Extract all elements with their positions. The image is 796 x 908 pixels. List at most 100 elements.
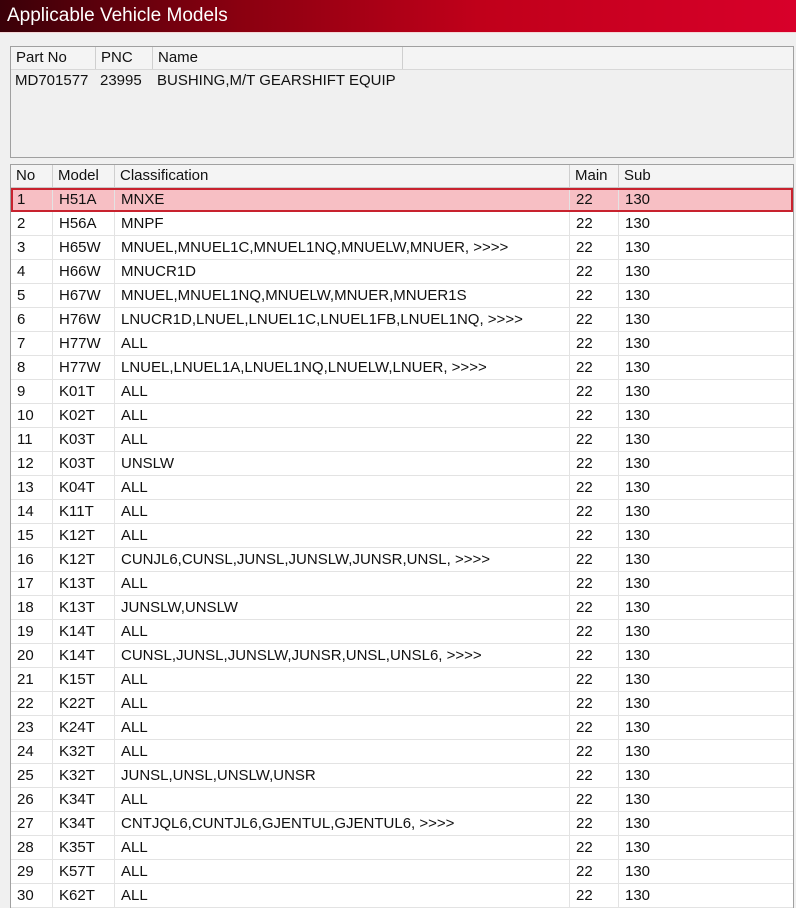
column-header-pnc[interactable]: PNC <box>96 47 153 69</box>
table-row[interactable]: 9 K01T ALL 22 130 <box>11 380 793 404</box>
table-row[interactable]: 22 K22T ALL 22 130 <box>11 692 793 716</box>
cell-sub: 130 <box>625 527 651 544</box>
cell-sub: 130 <box>625 791 651 808</box>
cell-sub: 130 <box>625 311 651 328</box>
cell-model: K04T <box>53 476 115 499</box>
cell-no: 26 <box>11 788 53 811</box>
cell-main: 22 <box>570 380 619 403</box>
cell-main: 22 <box>570 284 619 307</box>
cell-no: 9 <box>11 380 53 403</box>
cell-no: 12 <box>11 452 53 475</box>
cell-main: 22 <box>570 428 619 451</box>
cell-main: 22 <box>570 524 619 547</box>
cell-model: K03T <box>53 428 115 451</box>
column-header-model[interactable]: Model <box>53 165 115 187</box>
table-row[interactable]: 29 K57T ALL 22 130 <box>11 860 793 884</box>
table-row[interactable]: 26 K34T ALL 22 130 <box>11 788 793 812</box>
cell-classification: UNSLW <box>115 452 570 475</box>
cell-model: K13T <box>53 572 115 595</box>
cell-sub: 130 <box>625 479 651 496</box>
cell-sub: 130 <box>625 575 651 592</box>
column-header-part-no[interactable]: Part No <box>11 47 96 69</box>
cell-no: 15 <box>11 524 53 547</box>
cell-sub: 130 <box>625 623 651 640</box>
cell-main: 22 <box>570 644 619 667</box>
cell-main: 22 <box>570 236 619 259</box>
table-row[interactable]: 19 K14T ALL 22 130 <box>11 620 793 644</box>
cell-no: 7 <box>11 332 53 355</box>
cell-main: 22 <box>570 884 619 907</box>
cell-no: 27 <box>11 812 53 835</box>
cell-sub: 130 <box>625 455 651 472</box>
table-row[interactable]: 24 K32T ALL 22 130 <box>11 740 793 764</box>
column-header-no[interactable]: No <box>11 165 53 187</box>
cell-sub: 130 <box>625 383 651 400</box>
cell-main: 22 <box>570 668 619 691</box>
cell-main: 22 <box>570 620 619 643</box>
cell-model: K03T <box>53 452 115 475</box>
table-row[interactable]: 1 H51A MNXE 22 130 <box>11 188 793 212</box>
cell-no: 4 <box>11 260 53 283</box>
cell-main: 22 <box>570 836 619 859</box>
cell-main: 22 <box>570 812 619 835</box>
table-row[interactable]: 18 K13T JUNSLW,UNSLW 22 130 <box>11 596 793 620</box>
cell-classification: MNUCR1D <box>115 260 570 283</box>
cell-model: K12T <box>53 548 115 571</box>
grid-body: 1 H51A MNXE 22 130 2 H56A MNPF 22 130 3 H65W MNUEL,M… <box>11 188 793 908</box>
table-row[interactable]: 8 H77W LNUEL,LNUEL1A,LNUEL1NQ,LNUELW,LNUER… <box>11 356 793 380</box>
cell-model: H67W <box>53 284 115 307</box>
table-row[interactable]: 3 H65W MNUEL,MNUEL1C,MNUEL1NQ,MNUELW,MNUER… <box>11 236 793 260</box>
table-row[interactable]: 28 K35T ALL 22 130 <box>11 836 793 860</box>
cell-classification: MNXE <box>115 188 570 211</box>
cell-sub: 130 <box>625 719 651 736</box>
table-row[interactable]: 11 K03T ALL 22 130 <box>11 428 793 452</box>
cell-sub: 130 <box>625 815 651 832</box>
cell-no: 23 <box>11 716 53 739</box>
table-row[interactable]: 25 K32T JUNSL,UNSL,UNSLW,UNSR 22 130 <box>11 764 793 788</box>
cell-no: 1 <box>11 188 53 211</box>
cell-classification: CUNSL,JUNSL,JUNSLW,JUNSR,UNSL,UNSL6, >>>… <box>115 644 570 667</box>
cell-model: K12T <box>53 524 115 547</box>
cell-sub: 130 <box>625 287 651 304</box>
cell-no: 5 <box>11 284 53 307</box>
cell-model: H77W <box>53 356 115 379</box>
cell-no: 25 <box>11 764 53 787</box>
table-row[interactable]: 27 K34T CNTJQL6,CUNTJL6,GJENTUL,GJENTUL6, … <box>11 812 793 836</box>
cell-sub: 130 <box>625 239 651 256</box>
table-row[interactable]: 5 H67W MNUEL,MNUEL1NQ,MNUELW,MNUER,MNUER1S… <box>11 284 793 308</box>
cell-main: 22 <box>570 548 619 571</box>
window-title: Applicable Vehicle Models <box>7 5 228 26</box>
table-row[interactable]: 2 H56A MNPF 22 130 <box>11 212 793 236</box>
table-row[interactable]: 4 H66W MNUCR1D 22 130 <box>11 260 793 284</box>
cell-classification: ALL <box>115 476 570 499</box>
vehicle-models-grid: No Model Classification Main Sub 1 H51A MN… <box>10 164 794 908</box>
cell-main: 22 <box>570 764 619 787</box>
part-info-row[interactable]: MD701577 23995 BUSHING,M/T GEARSHIFT EQU… <box>11 70 793 92</box>
cell-main: 22 <box>570 476 619 499</box>
table-row[interactable]: 6 H76W LNUCR1D,LNUEL,LNUEL1C,LNUEL1FB,LNUE… <box>11 308 793 332</box>
column-header-sub[interactable]: Sub <box>619 165 793 187</box>
table-row[interactable]: 23 K24T ALL 22 130 <box>11 716 793 740</box>
table-row[interactable]: 15 K12T ALL 22 130 <box>11 524 793 548</box>
table-row[interactable]: 30 K62T ALL 22 130 <box>11 884 793 908</box>
column-header-name[interactable]: Name <box>153 47 403 69</box>
table-row[interactable]: 12 K03T UNSLW 22 130 <box>11 452 793 476</box>
cell-no: 28 <box>11 836 53 859</box>
table-row[interactable]: 10 K02T ALL 22 130 <box>11 404 793 428</box>
title-bar: Applicable Vehicle Models <box>0 0 796 33</box>
table-row[interactable]: 21 K15T ALL 22 130 <box>11 668 793 692</box>
column-header-main[interactable]: Main <box>570 165 619 187</box>
table-row[interactable]: 13 K04T ALL 22 130 <box>11 476 793 500</box>
column-header-classification[interactable]: Classification <box>115 165 570 187</box>
table-row[interactable]: 17 K13T ALL 22 130 <box>11 572 793 596</box>
table-row[interactable]: 16 K12T CUNJL6,CUNSL,JUNSL,JUNSLW,JUNSR,UN… <box>11 548 793 572</box>
cell-main: 22 <box>570 308 619 331</box>
part-info-header: Part No PNC Name <box>11 47 793 70</box>
table-row[interactable]: 20 K14T CUNSL,JUNSL,JUNSLW,JUNSR,UNSL,UNSL… <box>11 644 793 668</box>
cell-main: 22 <box>570 572 619 595</box>
table-row[interactable]: 14 K11T ALL 22 130 <box>11 500 793 524</box>
table-row[interactable]: 7 H77W ALL 22 130 <box>11 332 793 356</box>
cell-model: H65W <box>53 236 115 259</box>
cell-no: 29 <box>11 860 53 883</box>
cell-classification: ALL <box>115 716 570 739</box>
